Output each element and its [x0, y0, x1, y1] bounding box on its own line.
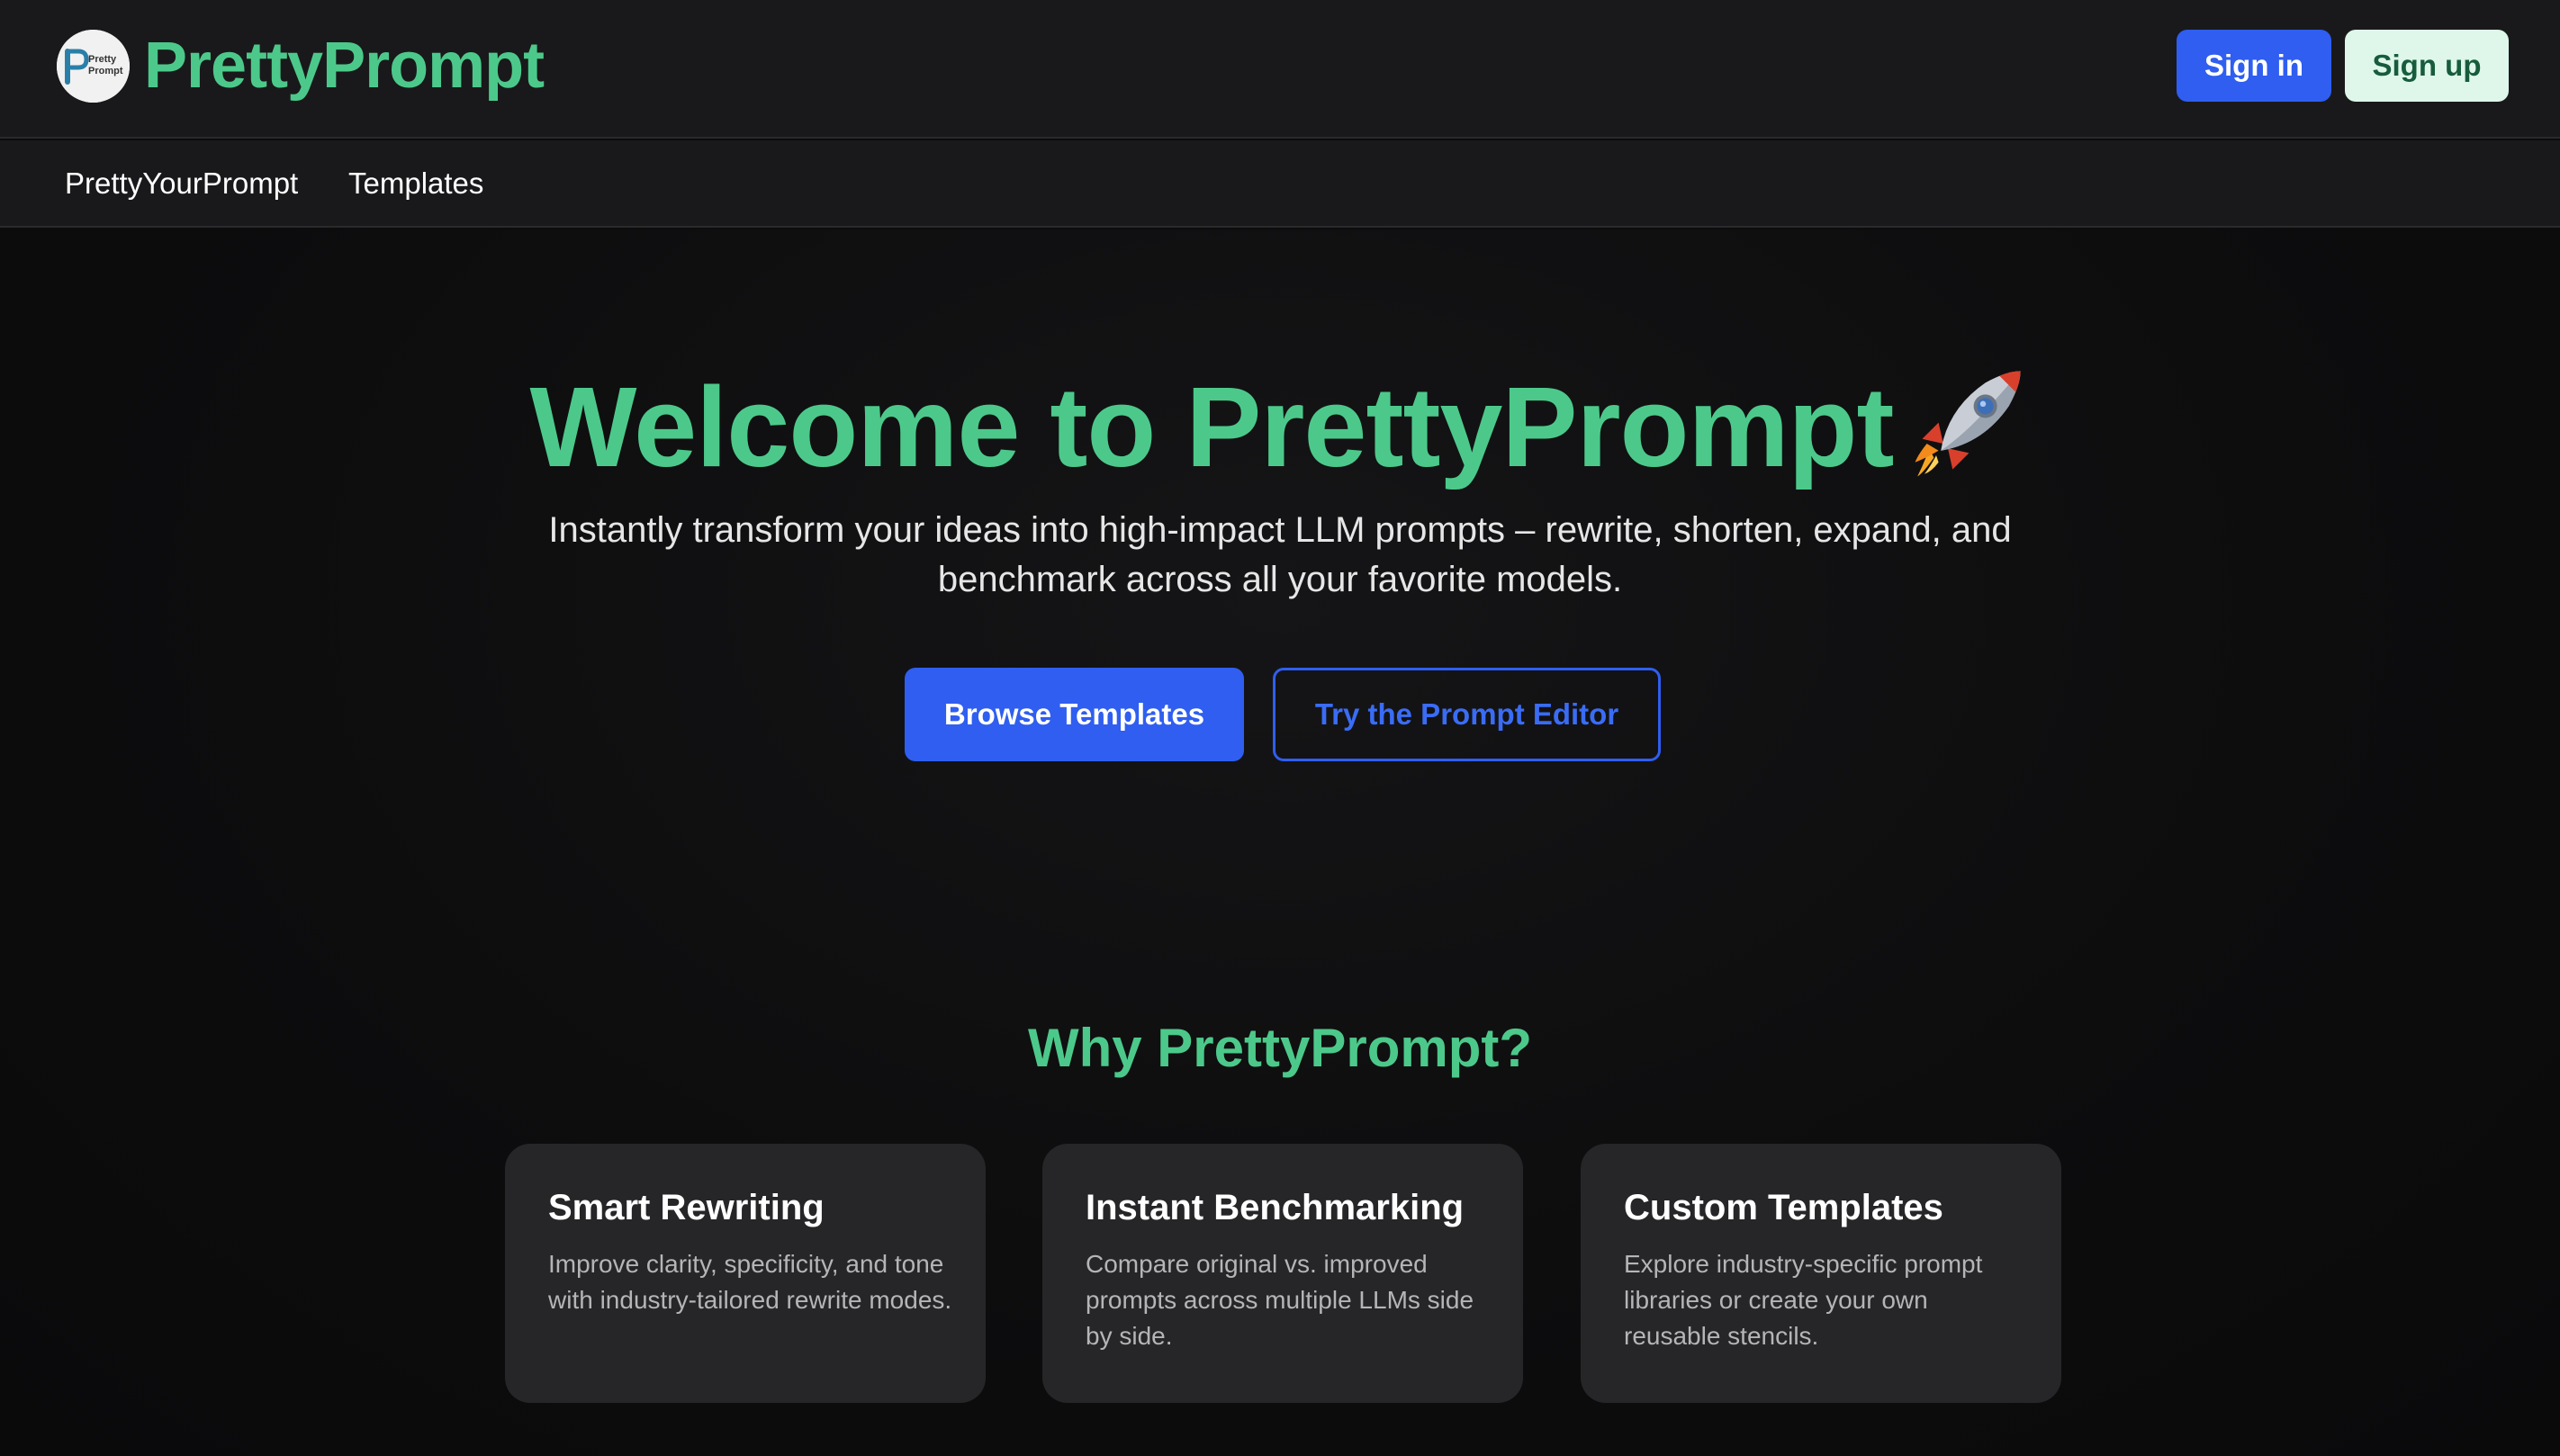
feature-card-smart-rewriting: Smart Rewriting Improve clarity, specifi…: [505, 1144, 986, 1403]
feature-card-custom-templates: Custom Templates Explore industry-specif…: [1581, 1144, 2061, 1403]
rocket-icon: [1915, 371, 2022, 477]
hero-title: Welcome to PrettyPrompt: [0, 360, 2560, 495]
main-content: Welcome to PrettyPrompt Instantly transf…: [0, 229, 2560, 1456]
sign-in-button[interactable]: Sign in: [2177, 30, 2331, 102]
hero-subtitle: Instantly transform your ideas into high…: [548, 510, 2012, 599]
feature-card-title: Custom Templates: [1624, 1188, 1943, 1227]
feature-card-title: Instant Benchmarking: [1086, 1188, 1465, 1227]
nav-item-prettyyourprompt[interactable]: PrettyYourPrompt: [65, 164, 298, 203]
brand-name[interactable]: PrettyPrompt: [144, 27, 545, 104]
main-nav: PrettyYourPrompt Templates: [0, 140, 2560, 228]
hero-title-text: Welcome to PrettyPrompt: [529, 364, 1895, 490]
try-prompt-editor-button[interactable]: Try the Prompt Editor: [1273, 668, 1661, 761]
features-heading: Why PrettyPrompt?: [1027, 1018, 1533, 1078]
svg-text:Pretty: Pretty: [88, 54, 117, 65]
browse-templates-button[interactable]: Browse Templates: [905, 668, 1244, 761]
top-header: Pretty Prompt PrettyPrompt Sign in Sign …: [0, 0, 2560, 139]
feature-card-description: Explore industry-specific prompt librari…: [1624, 1250, 1983, 1350]
logo-icon[interactable]: Pretty Prompt: [57, 30, 130, 103]
feature-card-description: Compare original vs. improved prompts ac…: [1086, 1250, 1474, 1350]
sign-up-button[interactable]: Sign up: [2345, 30, 2509, 102]
feature-card-instant-benchmarking: Instant Benchmarking Compare original vs…: [1042, 1144, 1523, 1403]
svg-text:Prompt: Prompt: [88, 66, 123, 76]
prettyprompt-logo-icon: Pretty Prompt: [57, 30, 130, 103]
nav-item-templates[interactable]: Templates: [348, 164, 483, 203]
feature-card-description: Improve clarity, specificity, and tone w…: [548, 1250, 952, 1314]
feature-card-title: Smart Rewriting: [548, 1188, 825, 1227]
